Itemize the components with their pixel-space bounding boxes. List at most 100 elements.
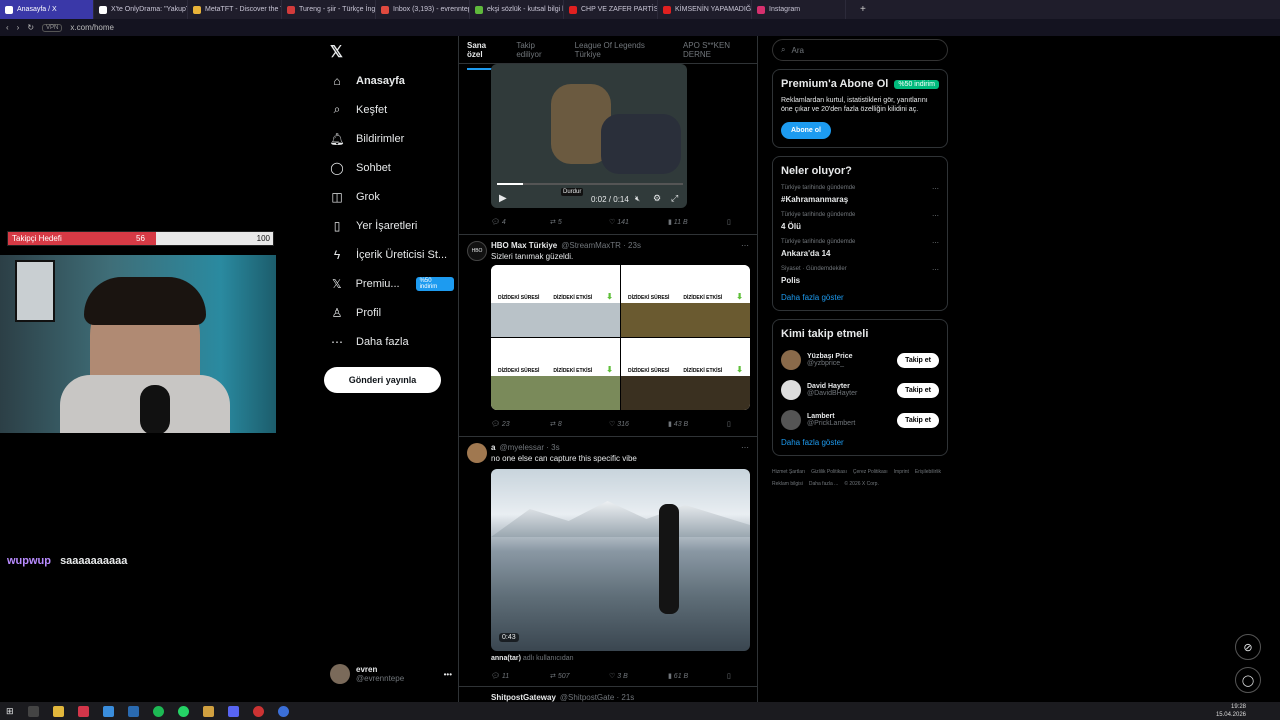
browser-tab[interactable]: KİMSENİN YAPAMADIĞI O [658, 0, 752, 19]
opera-icon[interactable] [77, 705, 89, 717]
avatar[interactable] [781, 350, 801, 370]
browser-tab[interactable]: MetaTFT - Discover the T [188, 0, 282, 19]
messages-floating-button[interactable]: ◯ [1235, 667, 1261, 693]
grid-image[interactable]: DİZİDEKİ SÜRESİ DİZİDEKİ ETKİSİ ⬇ [621, 338, 750, 410]
video-scrubber[interactable] [497, 183, 683, 185]
trend-more-icon[interactable]: ⋯ [932, 185, 939, 193]
follow-button[interactable]: Takip et [897, 382, 939, 398]
grid-image[interactable]: DİZİDEKİ SÜRESİ DİZİDEKİ ETKİSİ ⬇ [621, 265, 750, 337]
trends-show-more[interactable]: Daha fazla göster [781, 293, 939, 302]
nav-item[interactable]: ϟ İçerik Üreticisi St... [324, 240, 454, 269]
nav-item[interactable]: ◯ Sohbet [324, 153, 454, 182]
tweet-image-grid[interactable]: DİZİDEKİ SÜRESİ DİZİDEKİ ETKİSİ ⬇ DİZİDEKİ … [491, 265, 750, 410]
spotify-icon[interactable] [152, 705, 164, 717]
follow-suggestion[interactable]: Lambert @PrickLambert Takip et [781, 410, 939, 430]
tweet-handle[interactable]: @myelessar · 3s [499, 443, 559, 452]
bookmark-icon[interactable]: ▯ [727, 218, 731, 226]
address-bar[interactable]: ‹ › ↻ VPN x.com/home [0, 19, 1280, 36]
footer-link[interactable]: Erişilebilirlik [915, 466, 941, 478]
vpn-badge[interactable]: VPN [42, 23, 63, 32]
steam-icon[interactable] [127, 705, 139, 717]
nav-item[interactable]: ⌕ Keşfet [324, 95, 454, 124]
avatar[interactable] [467, 443, 487, 463]
x-logo-icon[interactable]: 𝕏 [330, 42, 343, 62]
grid-image[interactable]: DİZİDEKİ SÜRESİ DİZİDEKİ ETKİSİ ⬇ [491, 265, 620, 337]
tweet-video[interactable]: 0:43 [491, 469, 750, 651]
like-count[interactable]: ♡ 316 [609, 420, 668, 428]
repost-count[interactable]: ⇄ 5 [550, 218, 609, 226]
footer-link[interactable]: Hizmet Şartları [772, 466, 805, 478]
footer-link[interactable]: Gizlilik Politikası [811, 466, 847, 478]
back-icon[interactable]: ‹ [6, 23, 9, 32]
footer-link[interactable]: Reklam bilgisi [772, 478, 803, 490]
new-tab-button[interactable]: + [860, 4, 866, 15]
trend-item[interactable]: Türkiye tarihinde gündemde ⋯ Ankara'da 14 [781, 239, 939, 258]
app-icon[interactable] [102, 705, 114, 717]
system-clock[interactable]: 19:28 15.04.2026 [1216, 703, 1246, 719]
feed-tab[interactable]: APO S**KEN DERNE [683, 41, 757, 59]
tweet[interactable]: HBO HBO Max Türkiye @StreamMaxTR · 23s ⋯… [459, 234, 757, 434]
forward-icon[interactable]: › [17, 23, 20, 32]
trend-more-icon[interactable]: ⋯ [932, 212, 939, 220]
app-icon[interactable] [202, 705, 214, 717]
grid-image[interactable]: DİZİDEKİ SÜRESİ DİZİDEKİ ETKİSİ ⬇ [491, 338, 620, 410]
settings-icon[interactable]: ⚙ [653, 193, 661, 204]
tweet-author[interactable]: a [491, 443, 495, 452]
nav-item[interactable]: ▯ Yer İşaretleri [324, 211, 454, 240]
nav-item[interactable]: 🔔︎ Bildirimler [324, 124, 454, 153]
trend-item[interactable]: Türkiye tarihinde gündemde ⋯ 4 Ölü [781, 212, 939, 231]
hbo-avatar[interactable]: HBO [467, 241, 487, 261]
like-count[interactable]: ♡ 3 B [609, 672, 668, 680]
tweet[interactable]: a @myelessar · 3s ⋯ no one else can capt… [459, 436, 757, 684]
tweet-more-icon[interactable]: ⋯ [741, 443, 749, 452]
feed-tab[interactable]: Sana özel [467, 41, 503, 70]
search-input[interactable]: ⌕ Ara [772, 39, 948, 61]
tweet-handle[interactable]: @ShitpostGate · 21s [560, 693, 634, 702]
feed-tab[interactable]: Takip ediliyor [516, 41, 560, 59]
url-text[interactable]: x.com/home [70, 23, 114, 32]
grok-floating-button[interactable]: ⊘ [1235, 634, 1261, 660]
trend-more-icon[interactable]: ⋯ [932, 239, 939, 247]
follow-button[interactable]: Takip et [897, 412, 939, 428]
reply-count[interactable]: 💬︎ 11 [491, 672, 550, 680]
subscribe-button[interactable]: Abone ol [781, 122, 831, 139]
nav-item[interactable]: ◫ Grok [324, 182, 454, 211]
task-view-icon[interactable] [27, 705, 39, 717]
view-count[interactable]: ▮ 11 B [668, 218, 727, 226]
avatar[interactable] [781, 380, 801, 400]
reply-count[interactable]: 💬︎ 4 [491, 218, 550, 226]
footer-link[interactable]: Imprint [894, 466, 909, 478]
who-to-follow-show-more[interactable]: Daha fazla göster [781, 438, 939, 447]
bookmark-icon[interactable]: ▯ [727, 672, 731, 680]
tweet-author[interactable]: ShitpostGateway [491, 693, 556, 702]
volume-icon[interactable]: 🔇︎ [635, 194, 640, 204]
play-icon[interactable]: ▶ [499, 193, 507, 204]
nav-item[interactable]: 𝕏 Premiu... %50 indirim [324, 269, 454, 298]
video-player[interactable]: Durdur ▶ 0:02 / 0:14 🔇︎ ⚙ ⤢ [491, 64, 687, 208]
follow-suggestion[interactable]: Yüzbaşı Price @yzbprice_ Takip et [781, 350, 939, 370]
browser-tab[interactable]: Inbox (3,193) - evrenntep [376, 0, 470, 19]
tweet-author[interactable]: HBO Max Türkiye [491, 241, 557, 250]
browser-tab[interactable]: Tureng - şiir - Türkçe İngil [282, 0, 376, 19]
nav-item[interactable]: ⌂ Anasayfa [324, 66, 454, 95]
feed-tab[interactable]: League Of Legends Türkiye [575, 41, 669, 59]
follow-suggestion[interactable]: David Hayter @DavidBHayter Takip et [781, 380, 939, 400]
footer-link[interactable]: Daha fazla ... [809, 478, 838, 490]
trend-item[interactable]: Siyaset · Gündemdekiler ⋯ Polis [781, 266, 939, 285]
post-button[interactable]: Gönderi yayınla [324, 367, 441, 393]
account-switcher[interactable]: evren @evrenntepe ••• [330, 664, 452, 684]
reload-icon[interactable]: ↻ [27, 23, 34, 32]
browser-tab[interactable]: CHP VE ZAFER PARTİSİN [564, 0, 658, 19]
footer-link[interactable]: © 2026 X Corp. [844, 478, 879, 490]
bookmark-icon[interactable]: ▯ [727, 420, 731, 428]
nav-item[interactable]: ⋯ Daha fazla [324, 327, 454, 356]
repost-count[interactable]: ⇄ 507 [550, 672, 609, 680]
fullscreen-icon[interactable]: ⤢ [671, 193, 678, 204]
sound-attribution[interactable]: anna(tar) adlı kullanıcıdan [491, 655, 574, 662]
browser-tab[interactable]: Instagram [752, 0, 846, 19]
obs-icon[interactable] [252, 705, 264, 717]
browser-tab[interactable]: Anasayfa / X [0, 0, 94, 19]
trend-more-icon[interactable]: ⋯ [932, 266, 939, 274]
browser-tab[interactable]: ekşi sözlük - kutsal bilgi k [470, 0, 564, 19]
follow-button[interactable]: Takip et [897, 352, 939, 368]
